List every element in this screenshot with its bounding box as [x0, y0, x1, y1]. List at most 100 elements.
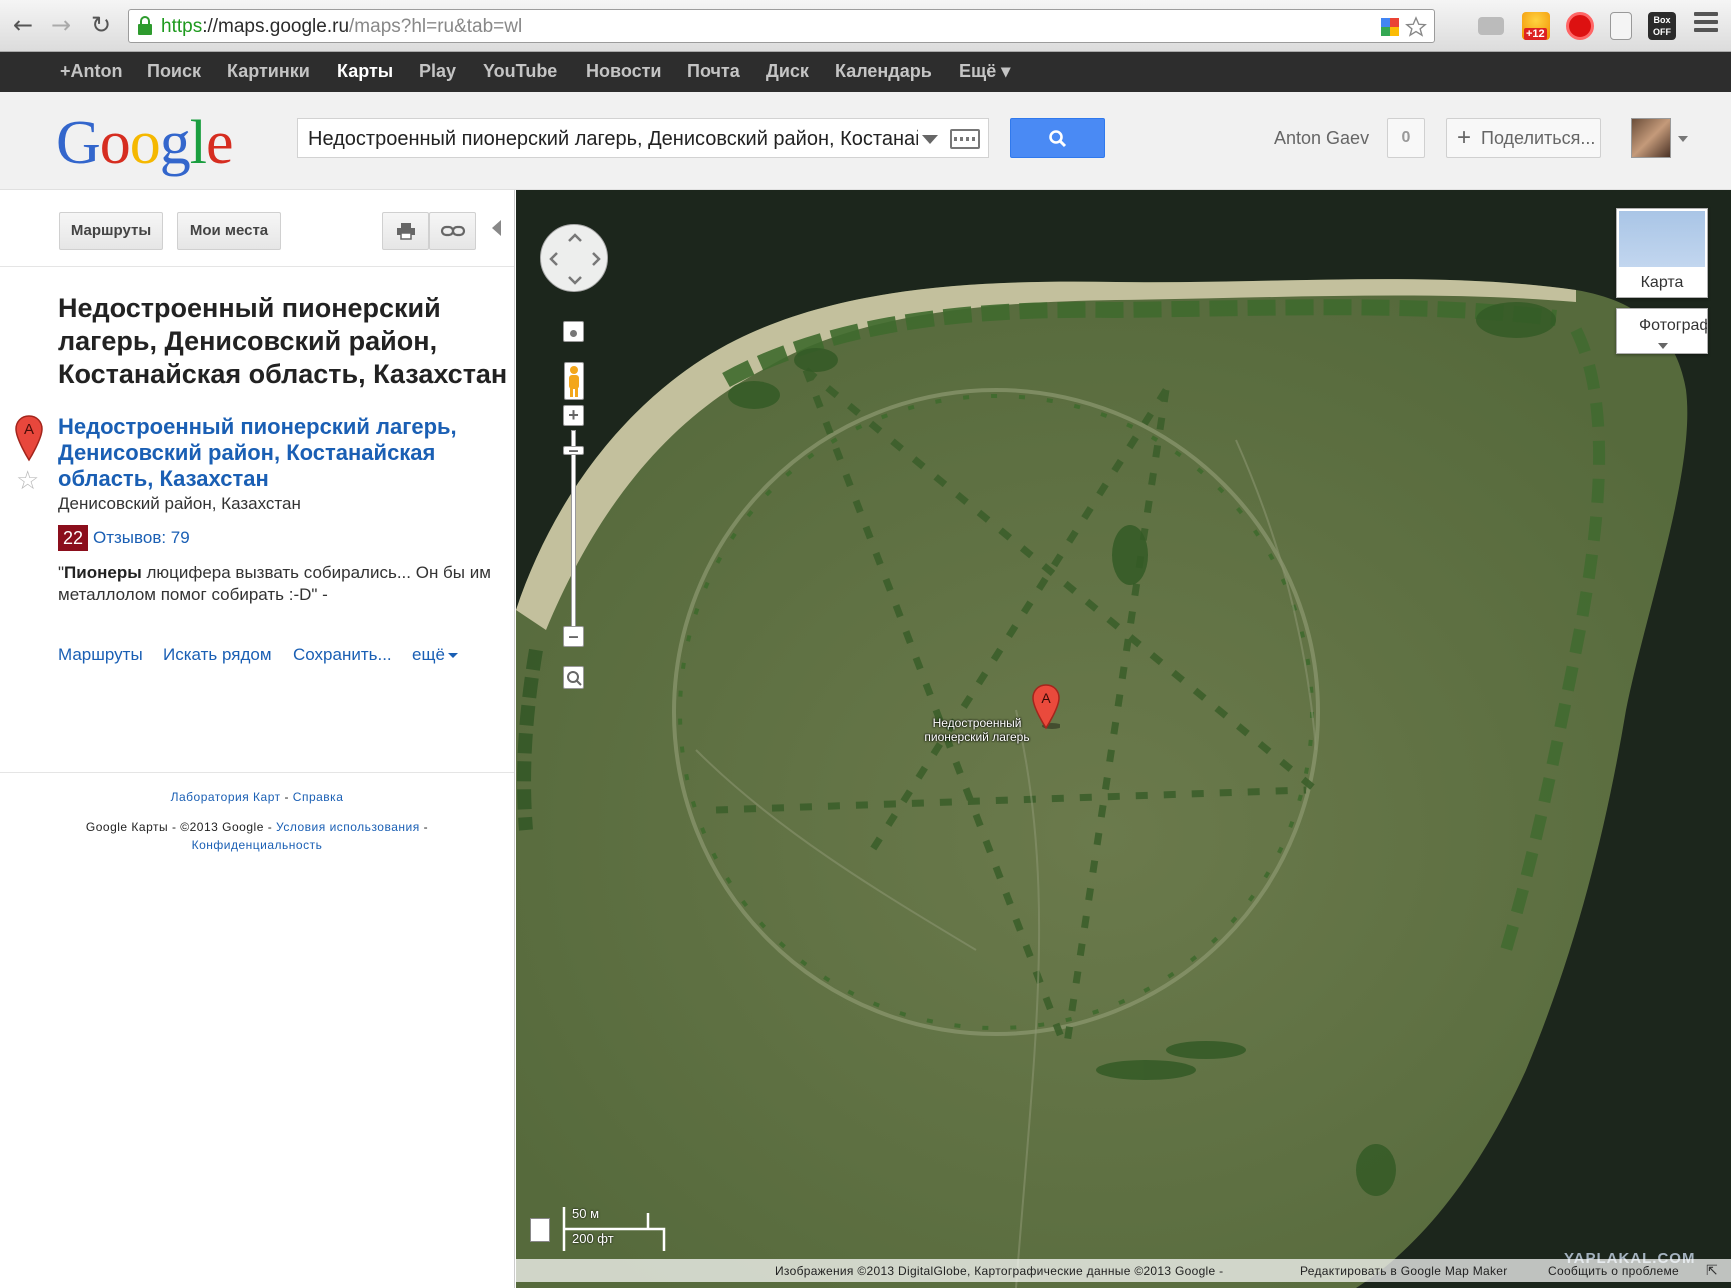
zoom-area-button[interactable] — [563, 666, 584, 689]
print-button[interactable] — [382, 212, 429, 250]
gbar-item-youtube[interactable]: YouTube — [483, 61, 557, 82]
chevron-down-icon[interactable] — [1678, 136, 1688, 142]
search-input[interactable] — [308, 126, 918, 152]
print-icon — [396, 223, 415, 240]
reviews-link[interactable]: Отзывов: 79 — [93, 528, 190, 548]
divider — [0, 266, 514, 267]
search-icon — [1049, 130, 1067, 148]
page-icon[interactable] — [1610, 12, 1632, 40]
help-link[interactable]: Справка — [293, 790, 344, 804]
left-panel: Маршруты Мои места Недостроенный пионерс… — [0, 190, 515, 1288]
save-link[interactable]: Сохранить... — [293, 645, 392, 665]
url-text: https://maps.google.ru/maps?hl=ru&tab=wl — [161, 16, 523, 37]
report-problem-link[interactable]: Сообщить о проблеме — [1548, 1264, 1679, 1278]
svg-text:A: A — [24, 421, 34, 438]
chrome-menu-icon[interactable] — [1694, 12, 1718, 36]
labs-link[interactable]: Лаборатория Карт — [171, 790, 281, 804]
pan-arrows-icon — [549, 233, 601, 285]
gbar-item-calendar[interactable]: Календарь — [835, 61, 932, 82]
chevron-down-icon — [1658, 343, 1668, 349]
footer-legal: Google Карты - ©2013 Google - Условия ис… — [85, 820, 429, 852]
link-button[interactable] — [429, 212, 476, 250]
adblock-icon[interactable] — [1566, 12, 1594, 40]
gbar-item-drive[interactable]: Диск — [766, 61, 809, 82]
gbar-item-maps[interactable]: Карты — [337, 61, 393, 82]
google-nav-bar: +Anton Поиск Картинки Карты Play YouTube… — [0, 52, 1731, 92]
translate-extension-icon[interactable] — [1381, 18, 1399, 36]
logo-letter: G — [56, 109, 101, 177]
gbar-item-profile[interactable]: +Anton — [60, 61, 123, 82]
plus-icon: + — [1457, 124, 1472, 151]
pan-control[interactable] — [540, 224, 608, 292]
user-name[interactable]: Anton Gaev — [1274, 128, 1369, 149]
more-link[interactable]: ещё — [412, 645, 458, 665]
collapse-panel-icon[interactable] — [492, 220, 501, 236]
map-maker-link[interactable]: Редактировать в Google Map Maker — [1300, 1264, 1508, 1278]
logo-letter: g — [159, 109, 191, 177]
gbar-item-more[interactable]: Ещё ▾ — [959, 61, 1010, 82]
google-logo[interactable]: Google — [56, 108, 234, 179]
scale-label-meters: 50 м — [572, 1206, 600, 1221]
search-box[interactable] — [297, 118, 989, 158]
marker-label[interactable]: Недостроенный пионерский лагерь — [912, 716, 1042, 744]
search-button[interactable] — [1010, 118, 1105, 158]
directions-link[interactable]: Маршруты — [58, 645, 143, 665]
divider — [0, 772, 514, 773]
notification-count[interactable]: 0 — [1387, 118, 1425, 158]
extension-badge: +12 — [1524, 28, 1547, 40]
marker-a-icon[interactable]: A — [14, 414, 44, 462]
forward-arrow-icon[interactable]: → — [46, 10, 76, 40]
keyboard-icon[interactable] — [950, 129, 980, 149]
result-address: Денисовский район, Казахстан — [58, 494, 301, 513]
camera-extension-icon[interactable] — [1478, 17, 1504, 35]
logo-letter: o — [99, 109, 131, 177]
reset-view-button[interactable] — [563, 321, 584, 342]
pegman-icon[interactable] — [564, 362, 584, 400]
expand-icon[interactable]: ⇱ — [1706, 1262, 1718, 1279]
map-canvas[interactable]: + – – Карта Фотографии Недостроенный пио… — [516, 190, 1731, 1288]
zoom-slider-handle[interactable]: – — [563, 441, 584, 459]
star-icon[interactable]: ☆ — [16, 466, 39, 496]
gbar-item-images[interactable]: Картинки — [227, 61, 310, 82]
map-marker-icon[interactable]: A — [1032, 684, 1060, 730]
gbar-item-news[interactable]: Новости — [586, 61, 661, 82]
my-places-button[interactable]: Мои места — [177, 212, 281, 250]
share-label: Поделиться... — [1481, 128, 1596, 148]
zoom-slider-track[interactable] — [571, 430, 576, 632]
directions-button[interactable]: Маршруты — [59, 212, 163, 250]
maps-header: Google Anton Gaev 0 + Поделиться... — [0, 92, 1731, 190]
link-icon — [440, 225, 465, 237]
attribution-text: Изображения ©2013 DigitalGlobe, Картогра… — [775, 1264, 1224, 1278]
ruler-icon[interactable] — [530, 1218, 550, 1242]
back-arrow-icon[interactable]: ← — [8, 10, 38, 40]
chevron-down-icon[interactable] — [922, 135, 938, 144]
map-thumbnail — [1619, 211, 1705, 267]
gbar-item-play[interactable]: Play — [419, 61, 456, 82]
scale-label-feet: 200 фт — [572, 1231, 614, 1246]
footer-links: Лаборатория Карт - Справка — [170, 790, 344, 804]
zoom-out-button[interactable]: – — [563, 626, 584, 647]
privacy-link[interactable]: Конфиденциальность — [192, 838, 323, 852]
result-title-link[interactable]: Недостроенный пионерский лагерь, Денисов… — [58, 414, 498, 492]
search-nearby-link[interactable]: Искать рядом — [163, 645, 272, 665]
terms-link[interactable]: Условия использования — [276, 820, 420, 834]
notification-extension-icon[interactable]: +12 — [1522, 12, 1550, 40]
share-button[interactable]: + Поделиться... — [1446, 118, 1601, 158]
browser-toolbar: ← → ↻ https://maps.google.ru/maps?hl=ru&… — [0, 0, 1731, 52]
gbar-item-search[interactable]: Поиск — [147, 61, 201, 82]
rating-badge: 22 — [58, 525, 88, 551]
bookmark-star-icon[interactable] — [1405, 16, 1427, 38]
boxoff-extension-icon[interactable]: Box OFF — [1648, 12, 1676, 40]
satellite-imagery — [516, 190, 1731, 1288]
chevron-down-icon — [447, 653, 458, 659]
avatar[interactable] — [1631, 118, 1671, 158]
maptype-map-button[interactable]: Карта — [1616, 208, 1708, 298]
logo-letter: l — [189, 109, 207, 177]
review-snippet: "Пионеры люцифера вызвать собирались... … — [58, 563, 491, 604]
maptype-photo-button[interactable]: Фотографии — [1616, 308, 1708, 354]
gbar-item-mail[interactable]: Почта — [687, 61, 740, 82]
logo-letter: o — [129, 109, 161, 177]
address-bar[interactable]: https://maps.google.ru/maps?hl=ru&tab=wl — [128, 9, 1435, 43]
zoom-in-button[interactable]: + — [563, 405, 584, 426]
reload-icon[interactable]: ↻ — [86, 10, 116, 40]
